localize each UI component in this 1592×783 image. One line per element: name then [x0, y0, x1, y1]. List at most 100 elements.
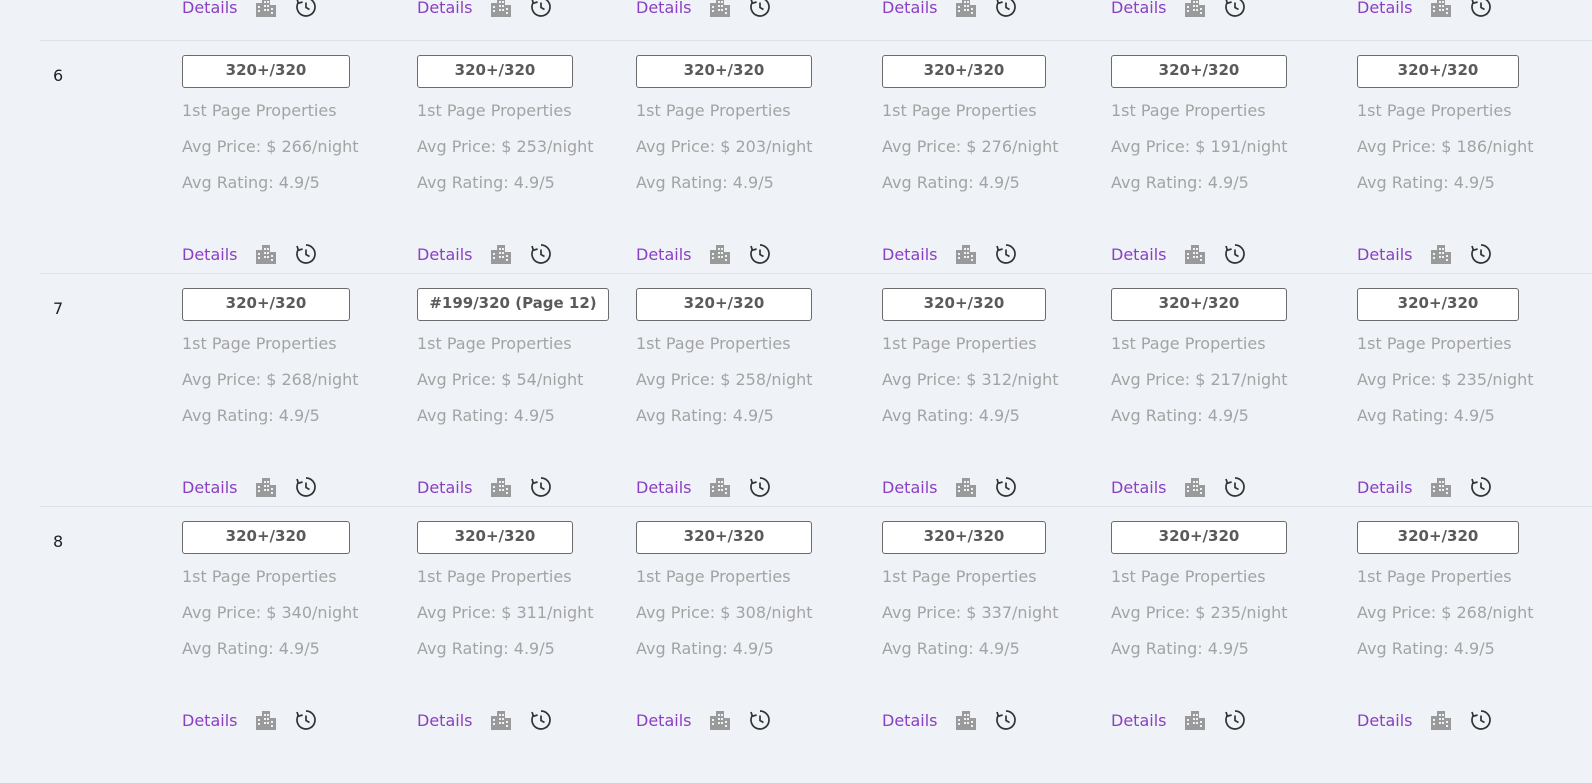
rank-badge[interactable]: 320+/320 [417, 521, 573, 554]
history-clock-icon[interactable] [749, 709, 771, 731]
building-icon[interactable] [1430, 0, 1452, 18]
building-icon[interactable] [255, 0, 277, 18]
building-icon[interactable] [490, 476, 512, 498]
rank-badge[interactable]: 320+/320 [182, 55, 350, 88]
details-link[interactable]: Details [636, 0, 691, 17]
rank-badge[interactable]: 320+/320 [1357, 521, 1519, 554]
rank-badge[interactable]: 320+/320 [1111, 521, 1287, 554]
details-link[interactable]: Details [1111, 478, 1166, 497]
first-page-label: 1st Page Properties [417, 334, 572, 353]
avg-price: Avg Price: $ 266/night [182, 137, 359, 156]
history-clock-icon[interactable] [1470, 476, 1492, 498]
building-icon[interactable] [709, 243, 731, 265]
history-clock-icon[interactable] [295, 243, 317, 265]
rank-badge[interactable]: 320+/320 [182, 521, 350, 554]
rank-badge[interactable]: 320+/320 [1357, 55, 1519, 88]
building-icon[interactable] [255, 243, 277, 265]
details-link[interactable]: Details [417, 0, 472, 17]
rank-badge[interactable]: 320+/320 [1111, 288, 1287, 321]
history-clock-icon[interactable] [1224, 243, 1246, 265]
cell-actions: Details [1357, 474, 1510, 500]
building-icon[interactable] [490, 709, 512, 731]
rank-badge[interactable]: 320+/320 [1357, 288, 1519, 321]
building-icon[interactable] [1430, 476, 1452, 498]
details-link[interactable]: Details [182, 478, 237, 497]
history-clock-icon[interactable] [1224, 476, 1246, 498]
history-clock-icon[interactable] [995, 476, 1017, 498]
history-clock-icon[interactable] [995, 0, 1017, 18]
details-link[interactable]: Details [1357, 0, 1412, 17]
building-icon[interactable] [490, 243, 512, 265]
details-link[interactable]: Details [882, 478, 937, 497]
details-link[interactable]: Details [417, 478, 472, 497]
first-page-label: 1st Page Properties [636, 567, 791, 586]
history-clock-icon[interactable] [749, 0, 771, 18]
avg-rating: Avg Rating: 4.9/5 [636, 406, 774, 425]
details-link[interactable]: Details [182, 245, 237, 264]
building-icon[interactable] [709, 0, 731, 18]
building-icon[interactable] [255, 476, 277, 498]
building-icon[interactable] [1184, 0, 1206, 18]
building-icon[interactable] [1430, 243, 1452, 265]
building-icon[interactable] [255, 709, 277, 731]
history-clock-icon[interactable] [749, 243, 771, 265]
building-icon[interactable] [490, 0, 512, 18]
history-clock-icon[interactable] [530, 709, 552, 731]
history-clock-icon[interactable] [749, 476, 771, 498]
history-clock-icon[interactable] [295, 709, 317, 731]
details-link[interactable]: Details [1111, 711, 1166, 730]
history-clock-icon[interactable] [295, 0, 317, 18]
details-link[interactable]: Details [882, 711, 937, 730]
history-clock-icon[interactable] [1224, 709, 1246, 731]
building-icon[interactable] [1184, 243, 1206, 265]
details-link[interactable]: Details [1357, 711, 1412, 730]
details-link[interactable]: Details [417, 711, 472, 730]
rank-badge[interactable]: 320+/320 [882, 521, 1046, 554]
details-link[interactable]: Details [1357, 478, 1412, 497]
history-clock-icon[interactable] [295, 476, 317, 498]
history-clock-icon[interactable] [1470, 709, 1492, 731]
cell-actions: Details [636, 241, 789, 267]
building-icon[interactable] [955, 476, 977, 498]
history-clock-icon[interactable] [530, 476, 552, 498]
building-icon[interactable] [1184, 709, 1206, 731]
history-clock-icon[interactable] [1224, 0, 1246, 18]
details-link[interactable]: Details [417, 245, 472, 264]
building-icon[interactable] [955, 709, 977, 731]
building-icon[interactable] [1430, 709, 1452, 731]
history-clock-icon[interactable] [995, 243, 1017, 265]
details-link[interactable]: Details [1357, 245, 1412, 264]
building-icon[interactable] [1184, 476, 1206, 498]
details-link[interactable]: Details [636, 245, 691, 264]
rank-badge[interactable]: 320+/320 [882, 55, 1046, 88]
building-icon[interactable] [955, 0, 977, 18]
history-clock-icon[interactable] [1470, 0, 1492, 18]
building-icon[interactable] [709, 709, 731, 731]
details-link[interactable]: Details [182, 0, 237, 17]
details-link[interactable]: Details [1111, 245, 1166, 264]
rank-badge[interactable]: 320+/320 [182, 288, 350, 321]
rank-badge[interactable]: 320+/320 [882, 288, 1046, 321]
details-link[interactable]: Details [182, 711, 237, 730]
history-clock-icon[interactable] [1470, 243, 1492, 265]
cell-actions: Details [182, 707, 335, 733]
details-link[interactable]: Details [636, 478, 691, 497]
cell-actions: Details [1357, 0, 1510, 20]
details-link[interactable]: Details [636, 711, 691, 730]
details-link[interactable]: Details [882, 245, 937, 264]
rank-badge[interactable]: 320+/320 [1111, 55, 1287, 88]
rank-badge[interactable]: 320+/320 [417, 55, 573, 88]
avg-price: Avg Price: $ 203/night [636, 137, 813, 156]
rank-badge[interactable]: 320+/320 [636, 521, 812, 554]
history-clock-icon[interactable] [530, 0, 552, 18]
rank-badge[interactable]: 320+/320 [636, 55, 812, 88]
rank-badge[interactable]: #199/320 (Page 12) [417, 288, 609, 321]
history-clock-icon[interactable] [530, 243, 552, 265]
building-icon[interactable] [955, 243, 977, 265]
details-link[interactable]: Details [1111, 0, 1166, 17]
building-icon[interactable] [709, 476, 731, 498]
history-clock-icon[interactable] [995, 709, 1017, 731]
table-row-partial: Details Details Details Details Details … [40, 0, 1592, 41]
details-link[interactable]: Details [882, 0, 937, 17]
rank-badge[interactable]: 320+/320 [636, 288, 812, 321]
